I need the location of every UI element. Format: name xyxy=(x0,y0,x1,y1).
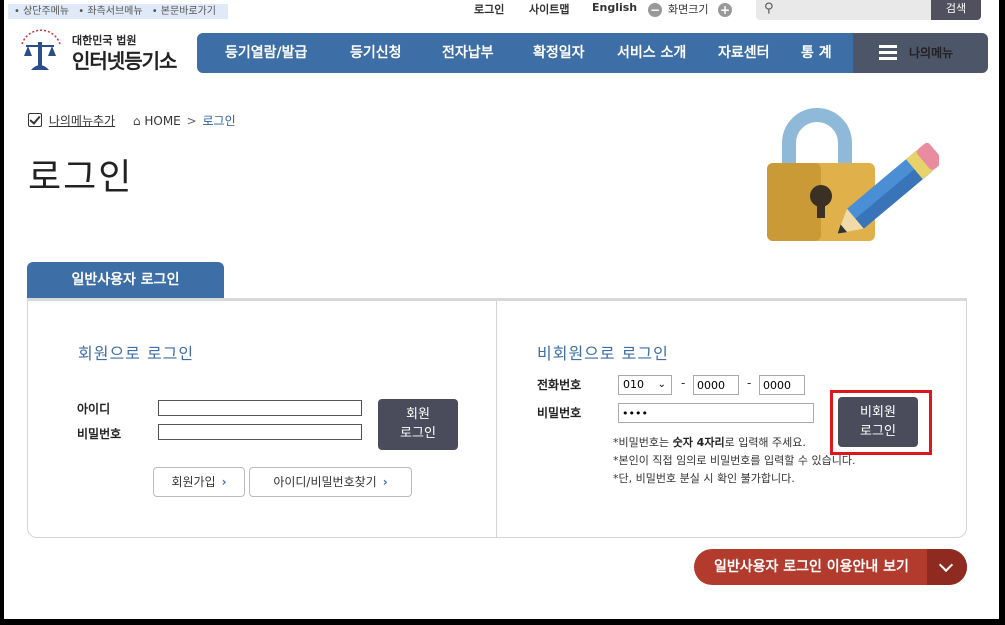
chevron-right-icon: › xyxy=(221,475,227,489)
nav-item-fixed-date[interactable]: 확정일자 xyxy=(533,33,585,73)
skip-navigation: • 상단주메뉴 • 좌측서브메뉴 • 본문바로가기 xyxy=(8,4,229,19)
nonmember-password-label: 비밀번호 xyxy=(537,406,582,420)
zoom-label: 화면크기 xyxy=(668,3,709,16)
sitemap-link[interactable]: 사이트맵 xyxy=(529,1,569,17)
my-menu-label: 나의메뉴 xyxy=(909,46,954,60)
nav-item-service[interactable]: 서비스 소개 xyxy=(617,33,686,73)
nav-item-apply[interactable]: 등기신청 xyxy=(350,33,402,73)
nonmember-password-input[interactable] xyxy=(618,403,814,423)
panel-divider xyxy=(496,301,497,537)
member-password-input[interactable] xyxy=(158,424,362,440)
skip-link-content[interactable]: • 본문바로가기 xyxy=(152,6,216,17)
zoom-in-icon[interactable]: + xyxy=(718,3,732,17)
signup-button[interactable]: 회원가입 › xyxy=(153,467,245,497)
nav-item-payment[interactable]: 전자납부 xyxy=(442,33,494,73)
phone-prefix-select[interactable]: 010 ⌄ xyxy=(618,375,672,395)
tab-general-user-login[interactable]: 일반사용자 로그인 xyxy=(27,262,224,299)
breadcrumb: 나의메뉴추가 ⌂ HOME > 로그인 xyxy=(28,112,236,129)
home-icon: ⌂ xyxy=(132,114,141,128)
member-id-label: 아이디 xyxy=(77,402,111,416)
phone-prefix-value: 010 xyxy=(623,378,644,391)
highlight-box xyxy=(830,390,932,455)
lock-pencil-illustration xyxy=(767,108,939,241)
note-line-1: *비밀번호는 숫자 4자리로 입력해 주세요. xyxy=(613,434,806,450)
find-button-label: 아이디/비밀번호찾기 xyxy=(273,475,377,489)
phone-last-input[interactable] xyxy=(759,375,805,395)
nav-item-view-issue[interactable]: 등기열람/발급 xyxy=(225,33,307,73)
member-password-label: 비밀번호 xyxy=(77,427,122,441)
member-login-button[interactable]: 회원 로그인 xyxy=(378,399,458,450)
search-icon: ⚲ xyxy=(764,1,774,16)
checkbox-icon xyxy=(28,113,42,127)
site-logo[interactable]: 대한민국 법원 인터넷등기소 xyxy=(16,26,191,76)
phone-label: 전화번호 xyxy=(537,378,582,392)
search-input[interactable]: ⚲ xyxy=(756,0,931,20)
note-1-prefix: *비밀번호는 xyxy=(613,436,673,449)
browser-page: • 상단주메뉴 • 좌측서브메뉴 • 본문바로가기 로그인 사이트맵 Engli… xyxy=(4,0,999,619)
find-id-password-button[interactable]: 아이디/비밀번호찾기 › xyxy=(249,467,412,497)
breadcrumb-home[interactable]: HOME xyxy=(144,114,180,128)
note-1-suffix: 로 입력해 주세요. xyxy=(724,436,806,449)
note-line-3: *단, 비밀번호 분실 시 확인 불가합니다. xyxy=(613,472,795,485)
note-line-2: *본인이 직접 임의로 비밀번호를 입력할 수 있습니다. xyxy=(613,454,856,467)
english-link[interactable]: English xyxy=(592,1,637,14)
login-guide-label: 일반사용자 로그인 이용안내 보기 xyxy=(714,559,909,575)
my-menu-button[interactable]: 나의메뉴 xyxy=(853,33,988,73)
breadcrumb-current: 로그인 xyxy=(202,114,236,128)
chevron-down-icon: ⌄ xyxy=(657,379,666,390)
member-login-button-line1: 회원 xyxy=(406,407,430,422)
skip-link-left-menu[interactable]: • 좌측서브메뉴 xyxy=(78,6,142,17)
logo-title: 인터넷등기소 xyxy=(72,49,177,73)
member-id-input[interactable] xyxy=(158,400,362,416)
phone-dash-1: - xyxy=(681,376,686,390)
login-panel xyxy=(27,301,967,538)
member-login-title: 회원으로 로그인 xyxy=(78,344,195,363)
nav-item-data-center[interactable]: 자료센터 xyxy=(718,33,770,73)
zoom-out-icon[interactable]: − xyxy=(648,3,662,17)
note-1-bold: 숫자 4자리 xyxy=(672,436,725,449)
court-emblem-icon xyxy=(21,29,61,70)
breadcrumb-separator: > xyxy=(186,114,197,128)
skip-link-top-menu[interactable]: • 상단주메뉴 xyxy=(14,6,69,17)
chevron-down-icon xyxy=(927,549,967,585)
phone-middle-input[interactable] xyxy=(693,375,739,395)
main-navigation: 등기열람/발급 등기신청 전자납부 확정일자 서비스 소개 자료센터 통 계 xyxy=(197,33,853,73)
add-favorite-link[interactable]: 나의메뉴추가 xyxy=(49,114,115,128)
search-button[interactable]: 검색 xyxy=(931,0,981,20)
hamburger-icon xyxy=(879,45,897,60)
phone-dash-2: - xyxy=(747,376,752,390)
signup-button-label: 회원가입 xyxy=(171,475,216,489)
login-link[interactable]: 로그인 xyxy=(474,1,504,17)
nav-item-statistics[interactable]: 통 계 xyxy=(801,33,832,73)
page-title: 로그인 xyxy=(28,157,134,198)
chevron-right-icon: › xyxy=(382,475,388,489)
nonmember-login-title: 비회원으로 로그인 xyxy=(537,344,669,363)
login-guide-button[interactable]: 일반사용자 로그인 이용안내 보기 xyxy=(694,549,967,585)
member-login-button-line2: 로그인 xyxy=(400,426,436,441)
